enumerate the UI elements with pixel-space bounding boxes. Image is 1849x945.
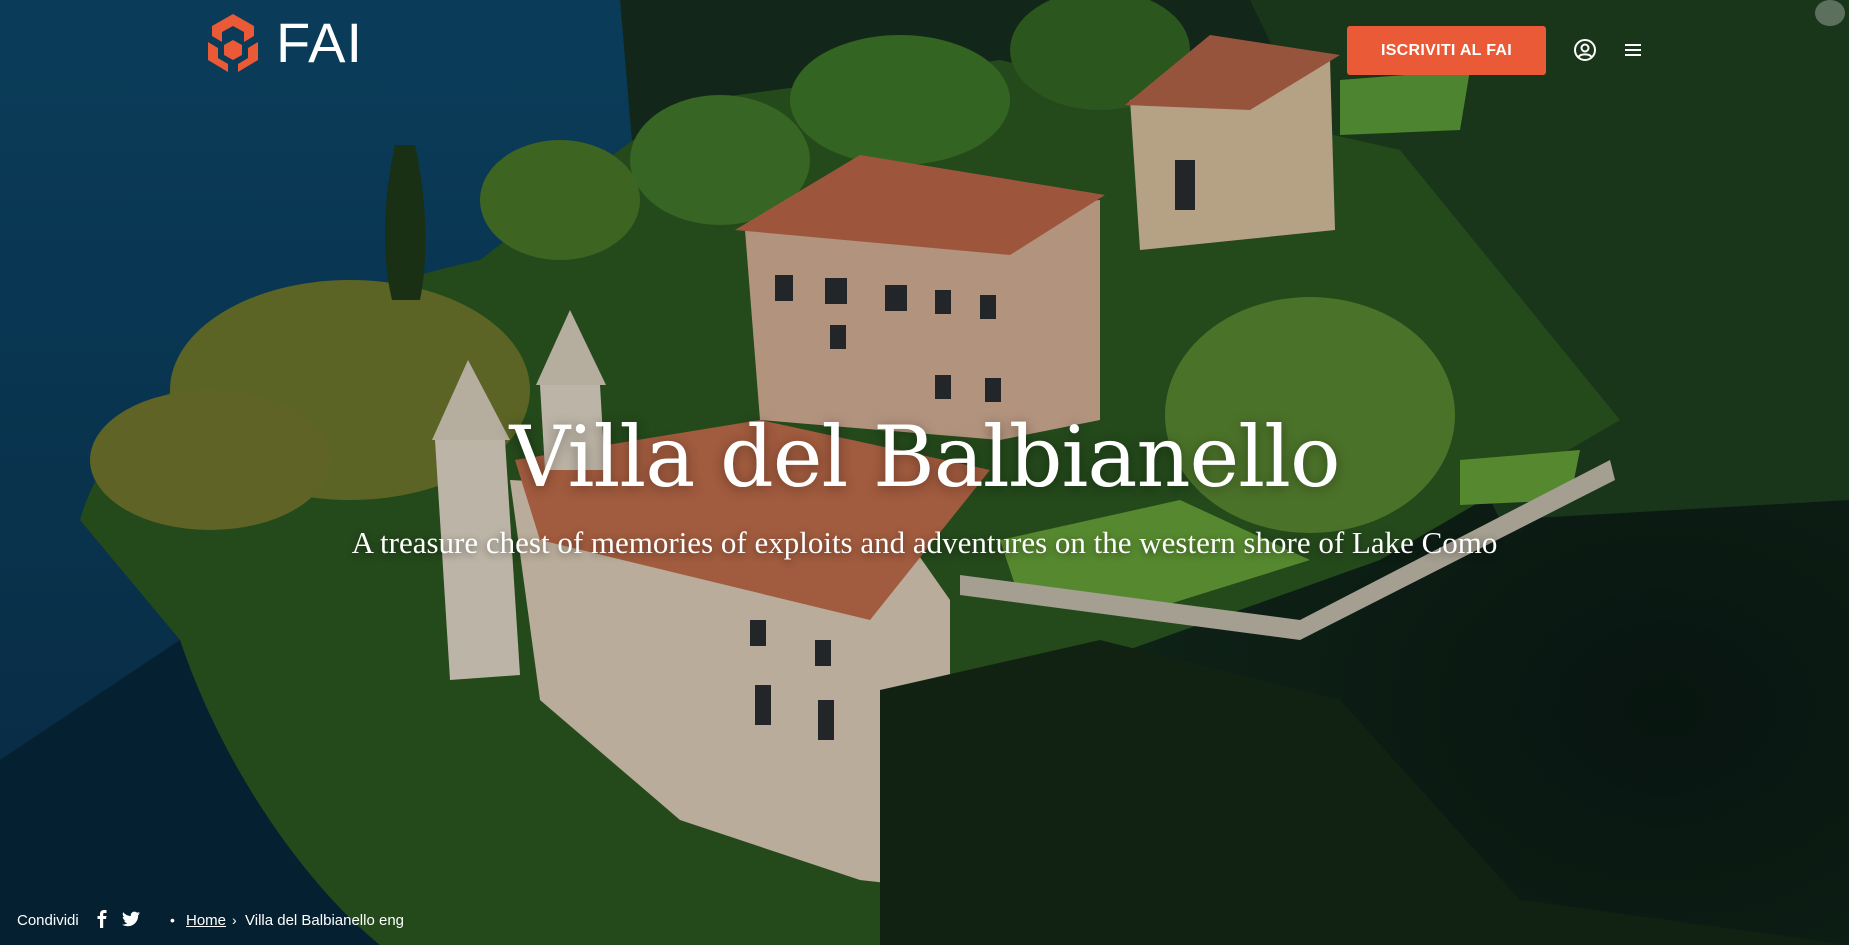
page-subtitle: A treasure chest of memories of exploits…	[351, 525, 1498, 560]
main-menu-button[interactable]	[1619, 36, 1647, 64]
share-label: Condividi	[17, 911, 79, 929]
join-fai-button[interactable]: ISCRIVITI AL FAI	[1347, 26, 1546, 75]
user-circle-icon	[1574, 39, 1596, 61]
breadcrumb-bullet: •	[170, 912, 175, 928]
corner-widget-button[interactable]	[1815, 0, 1845, 26]
breadcrumb-current: Villa del Balbianello eng	[245, 911, 405, 929]
page-title: Villa del Balbianello	[509, 408, 1340, 506]
user-account-button[interactable]	[1571, 36, 1599, 64]
fai-logo-text: FAI	[276, 11, 364, 74]
fai-logo-link[interactable]: FAI	[204, 12, 363, 74]
breadcrumb-home-link[interactable]: Home	[186, 912, 226, 929]
breadcrumb-separator: ›	[232, 912, 237, 928]
facebook-icon[interactable]	[96, 910, 108, 928]
hamburger-menu-icon	[1625, 44, 1641, 56]
bottom-bar: Condividi • Home › Villa del Balbianello…	[0, 905, 1849, 935]
fai-logo-icon	[208, 14, 258, 72]
twitter-icon[interactable]	[122, 911, 140, 927]
